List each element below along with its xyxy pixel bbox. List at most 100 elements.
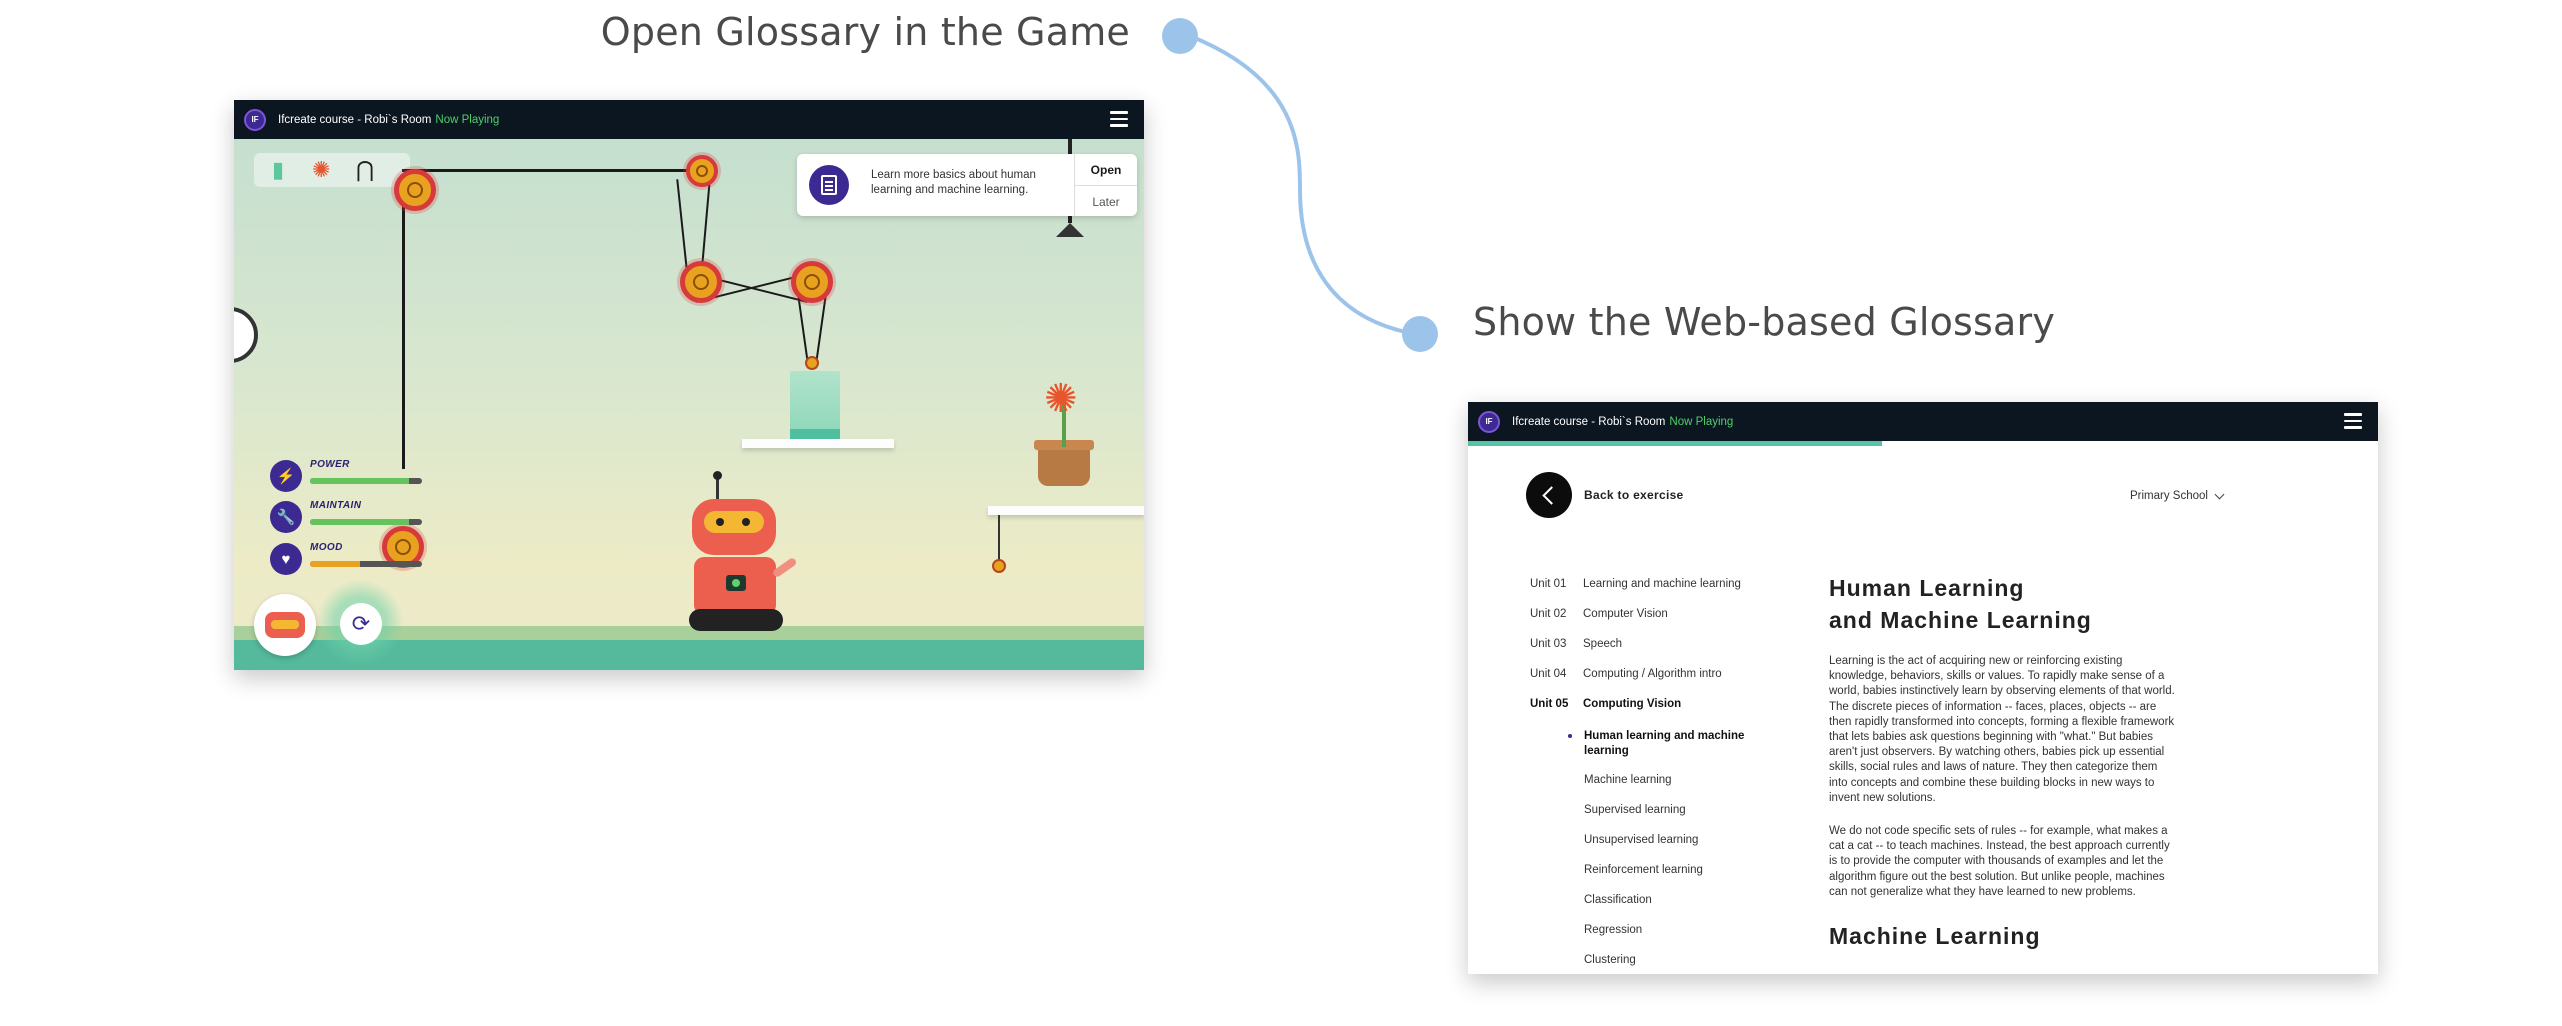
stat-bar-fill — [310, 519, 409, 525]
stat-bar-fill — [310, 478, 409, 484]
unit-number: Unit 03 — [1530, 638, 1567, 650]
notification-text: Learn more basics about human learning a… — [871, 169, 1036, 196]
pulley-gear[interactable] — [686, 155, 718, 187]
water-glass[interactable] — [790, 371, 840, 439]
toc-unit-02[interactable]: Unit 02 Computer Vision — [1530, 608, 1668, 620]
glossary-content: Back to exercise Primary School Unit 01 L… — [1468, 446, 2378, 974]
robot-visor — [704, 511, 764, 533]
hamburger-icon[interactable] — [2344, 413, 2362, 429]
unit-label: Computer Vision — [1583, 608, 1668, 620]
glossary-titlebar: IF Ifcreate course - Robi`s Room Now Pla… — [1468, 402, 2378, 441]
tool-palette: ▮ ✺ ⋂ — [254, 153, 410, 187]
reset-icon[interactable]: ⟳ — [340, 603, 382, 645]
pulley-gear[interactable] — [791, 261, 833, 303]
stat-bar — [310, 561, 422, 567]
robot-eye — [716, 518, 724, 526]
pulley-gear[interactable] — [680, 261, 722, 303]
robot-menu-button[interactable] — [254, 594, 316, 656]
game-scene: ▮ ✺ ⋂ ✺ ⚡ POWER 🔧 MAINTAIN ♥ MOOD ⟳ Lear… — [234, 139, 1144, 670]
toc-unit-05[interactable]: Unit 05 Computing Vision — [1530, 698, 1681, 710]
level-select-value: Primary School — [2130, 490, 2208, 502]
robot-antenna — [713, 471, 722, 499]
unit-number: Unit 05 — [1530, 698, 1569, 710]
glossary-window: IF Ifcreate course - Robi`s Room Now Pla… — [1468, 402, 2378, 974]
caption-web-glossary: Show the Web-based Glossary — [1473, 300, 2056, 344]
shelf — [988, 506, 1144, 515]
unit-number: Unit 04 — [1530, 668, 1567, 680]
robot-face-icon — [265, 612, 305, 638]
toc-unit-03[interactable]: Unit 03 Speech — [1530, 638, 1622, 650]
unit-label: Speech — [1583, 638, 1623, 650]
stat-bar — [310, 478, 422, 484]
shelf — [742, 439, 894, 448]
unit-label: Learning and machine learning — [1583, 578, 1741, 590]
stat-bar — [310, 519, 422, 525]
toc-subitem[interactable]: Clustering — [1584, 953, 1764, 968]
stat-label: POWER — [310, 459, 350, 470]
game-titlebar: IF Ifcreate course - Robi`s Room Now Pla… — [234, 100, 1144, 139]
app-logo: IF — [1478, 410, 1500, 433]
caption-open-glossary: Open Glossary in the Game — [600, 10, 1130, 54]
toc-unit-04[interactable]: Unit 04 Computing / Algorithm intro — [1530, 668, 1722, 680]
robot-eye — [742, 518, 750, 526]
window-title: Ifcreate course - Robi`s Room — [1512, 415, 1666, 428]
toc-subitem[interactable]: Unsupervised learning — [1584, 833, 1764, 848]
rope — [402, 169, 710, 172]
unit-label: Computing Vision — [1583, 698, 1682, 710]
robot-tracks — [689, 609, 783, 631]
robot-arm — [771, 556, 798, 579]
wrench-icon: 🔧 — [270, 501, 302, 533]
lamp-icon — [1056, 223, 1084, 237]
toc-unit-01[interactable]: Unit 01 Learning and machine learning — [1530, 578, 1741, 590]
toc-subitem-human-learning[interactable]: Human learning and machine learning — [1568, 729, 1764, 759]
toc-subitem[interactable]: Machine learning — [1584, 773, 1764, 788]
flower-tool-icon[interactable]: ✺ — [312, 159, 330, 181]
stat-bar-fill — [310, 561, 361, 567]
article: Human Learning and Machine Learning Lear… — [1829, 572, 2179, 950]
window-title: Ifcreate course - Robi`s Room — [278, 113, 432, 126]
unit-label: Computing / Algorithm intro — [1583, 668, 1722, 680]
now-playing-status: Now Playing — [435, 113, 500, 126]
pendulum-ball — [992, 559, 1006, 573]
stat-label: MOOD — [310, 542, 343, 553]
unit-number: Unit 01 — [1530, 578, 1567, 590]
unit-number: Unit 02 — [1530, 608, 1567, 620]
active-dot — [1568, 734, 1572, 738]
later-button[interactable]: Later — [1075, 186, 1137, 217]
document-icon — [809, 165, 849, 205]
back-to-exercise-link[interactable]: Back to exercise — [1584, 488, 1684, 502]
flower-icon[interactable]: ✺ — [1044, 379, 1078, 419]
chevron-down-icon — [2214, 489, 2225, 499]
step-dot-1 — [1162, 18, 1198, 54]
robot-panel — [726, 575, 746, 591]
step-dot-2 — [1402, 316, 1438, 352]
lightning-icon: ⚡ — [270, 460, 302, 492]
grabber-tool-icon[interactable]: ⋂ — [356, 159, 374, 181]
article-paragraph: We do not code specific sets of rules --… — [1829, 825, 2170, 898]
article-paragraph: Learning is the act of acquiring new or … — [1829, 655, 2175, 804]
article-title: Human Learning and Machine Learning — [1829, 575, 2092, 633]
pulley-weight — [805, 356, 819, 370]
game-window: IF Ifcreate course - Robi`s Room Now Pla… — [234, 100, 1144, 670]
section-heading: Machine Learning — [1829, 923, 2041, 950]
chevron-left-icon — [1542, 485, 1561, 505]
glass-tool-icon[interactable]: ▮ — [272, 159, 284, 181]
open-button[interactable]: Open — [1075, 154, 1137, 186]
pulley-gear[interactable] — [394, 169, 436, 211]
stat-label: MAINTAIN — [310, 500, 362, 511]
hamburger-icon[interactable] — [1110, 111, 1128, 127]
level-select[interactable]: Primary School — [2130, 489, 2225, 502]
toc-subitem[interactable]: Reinforcement learning — [1584, 863, 1764, 878]
subitem-label: Human learning and machine learning — [1584, 730, 1745, 757]
toc-subitem[interactable]: Supervised learning — [1584, 803, 1764, 818]
toc-subitem[interactable]: Classification — [1584, 893, 1764, 908]
glossary-notification: Learn more basics about human learning a… — [797, 154, 1137, 216]
back-button[interactable] — [1526, 472, 1572, 518]
clock-icon — [234, 307, 258, 363]
app-logo: IF — [244, 108, 266, 131]
toc-subitem[interactable]: Regression — [1584, 923, 1764, 938]
heart-icon: ♥ — [270, 543, 302, 575]
rope — [402, 349, 405, 469]
now-playing-status: Now Playing — [1669, 415, 1734, 428]
notification-actions: Open Later — [1074, 154, 1137, 216]
